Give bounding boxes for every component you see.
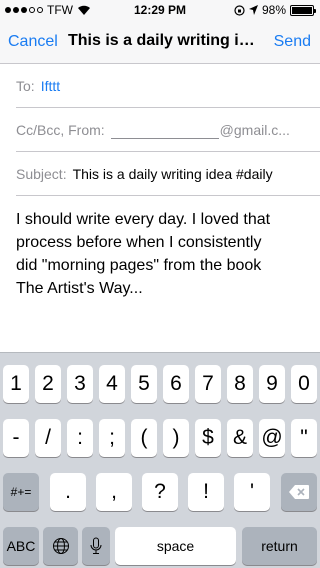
key-0[interactable]: 0 — [291, 365, 317, 403]
key-9[interactable]: 9 — [259, 365, 285, 403]
ccbcc-from-label: Cc/Bcc, From: — [16, 121, 105, 138]
send-button[interactable]: Send — [274, 33, 311, 51]
delete-key[interactable] — [281, 473, 317, 511]
microphone-icon — [90, 537, 102, 554]
symbols-shift-key[interactable]: #+= — [3, 473, 39, 511]
backspace-icon — [289, 485, 309, 499]
body-line: did "morning pages" from the book — [16, 257, 262, 274]
dictation-key[interactable] — [82, 527, 110, 565]
message-body[interactable]: I should write every day. I loved that p… — [16, 208, 312, 300]
key-exclamation[interactable]: ! — [188, 473, 224, 511]
body-line: The Artist's Way... — [16, 280, 143, 297]
status-bar: TFW 12:29 PM 98% — [0, 0, 320, 20]
key-6[interactable]: 6 — [163, 365, 189, 403]
key-apostrophe[interactable]: ' — [234, 473, 270, 511]
abc-key[interactable]: ABC — [3, 527, 39, 565]
key-8[interactable]: 8 — [227, 365, 253, 403]
cancel-button[interactable]: Cancel — [8, 33, 58, 51]
key-hyphen[interactable]: - — [3, 419, 29, 457]
to-label: To: — [16, 77, 35, 94]
body-line: I should write every day. I loved that — [16, 211, 271, 228]
key-slash[interactable]: / — [35, 419, 61, 457]
location-icon — [248, 5, 258, 15]
key-quote[interactable]: " — [291, 419, 317, 457]
orientation-lock-icon — [234, 4, 245, 16]
to-field[interactable]: To: Ifttt — [16, 64, 320, 108]
key-colon[interactable]: : — [67, 419, 93, 457]
key-period[interactable]: . — [50, 473, 86, 511]
key-7[interactable]: 7 — [195, 365, 221, 403]
ccbcc-from-field[interactable]: Cc/Bcc, From: @gmail.c... — [16, 108, 320, 152]
globe-key[interactable] — [43, 527, 78, 565]
globe-icon — [52, 538, 69, 554]
key-1[interactable]: 1 — [3, 365, 29, 403]
key-3[interactable]: 3 — [67, 365, 93, 403]
compose-navbar: Cancel This is a daily writing idea #dai… — [0, 20, 320, 64]
key-ampersand[interactable]: & — [227, 419, 253, 457]
subject-field[interactable]: Subject: This is a daily writing idea #d… — [16, 152, 320, 196]
key-semicolon[interactable]: ; — [99, 419, 125, 457]
subject-value[interactable]: This is a daily writing idea #daily — [73, 166, 273, 182]
key-question[interactable]: ? — [142, 473, 178, 511]
key-comma[interactable]: , — [96, 473, 132, 511]
return-key[interactable]: return — [242, 527, 317, 565]
from-address-redacted — [110, 121, 219, 139]
to-recipient[interactable]: Ifttt — [41, 78, 60, 94]
key-4[interactable]: 4 — [99, 365, 125, 403]
subject-label: Subject: — [16, 165, 67, 182]
key-close-paren[interactable]: ) — [163, 419, 189, 457]
key-open-paren[interactable]: ( — [131, 419, 157, 457]
keyboard: 1 2 3 4 5 6 7 8 9 0 - / : ; ( ) $ & @ " … — [0, 352, 320, 568]
battery-icon — [290, 4, 316, 16]
body-line: process before when I consistently — [16, 234, 262, 251]
key-2[interactable]: 2 — [35, 365, 61, 403]
from-domain: @gmail.c... — [219, 121, 290, 138]
key-at[interactable]: @ — [259, 419, 285, 457]
compose-title: This is a daily writing idea #daily — [68, 32, 264, 49]
key-5[interactable]: 5 — [131, 365, 157, 403]
key-dollar[interactable]: $ — [195, 419, 221, 457]
space-key[interactable]: space — [115, 527, 236, 565]
battery-percent: 98% — [261, 3, 286, 17]
